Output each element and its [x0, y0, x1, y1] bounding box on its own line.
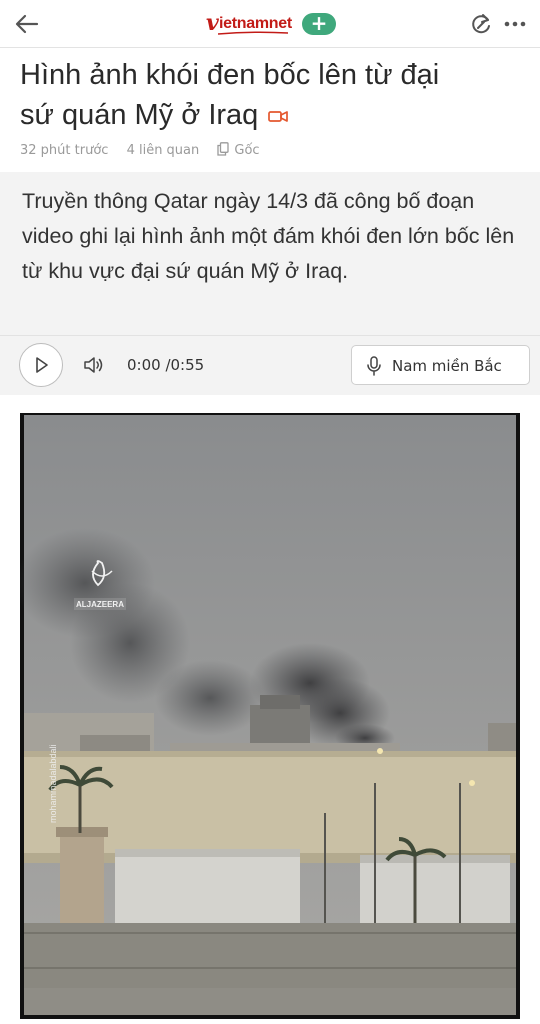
- article-title-line1: Hình ảnh khói đen bốc lên từ đại: [20, 59, 440, 91]
- voice-select-button[interactable]: Nam miền Bắc: [351, 345, 530, 385]
- article-sapo: Truyền thông Qatar ngày 14/3 đã công bố …: [0, 172, 540, 335]
- logo-letter: v: [206, 10, 219, 36]
- refresh-icon[interactable]: [468, 11, 494, 37]
- related-count-link[interactable]: 4 liên quan: [127, 143, 200, 158]
- video-frame: ALJAZEERA mohammadalabdali: [20, 413, 520, 1019]
- back-arrow-icon[interactable]: [10, 6, 46, 42]
- source-link[interactable]: Gốc: [234, 143, 259, 158]
- article-title: Hình ảnh khói đen bốc lên từ đại sứ quán…: [20, 55, 525, 135]
- video-camera-icon: [268, 111, 289, 123]
- top-bar: v ietnamnet +: [0, 0, 540, 48]
- audio-time: 0:00 /0:55: [127, 356, 205, 374]
- article-title-line2: sứ quán Mỹ ở Iraq: [20, 99, 259, 131]
- aljazeera-watermark-text: ALJAZEERA: [76, 600, 124, 609]
- video-credit-text: mohammadalabdali: [48, 744, 58, 823]
- play-button[interactable]: [19, 343, 63, 387]
- vietnamnet-logo[interactable]: v ietnamnet: [206, 10, 296, 38]
- volume-icon[interactable]: [82, 354, 104, 376]
- more-icon[interactable]: [502, 11, 528, 37]
- follow-plus-button[interactable]: +: [302, 13, 336, 35]
- voice-label: Nam miền Bắc: [392, 357, 502, 375]
- copy-icon[interactable]: [217, 142, 230, 156]
- audio-player: 0:00 /0:55 Nam miền Bắc: [0, 335, 540, 395]
- article-video[interactable]: ALJAZEERA mohammadalabdali: [20, 413, 520, 1019]
- microphone-icon: [367, 356, 381, 376]
- article-meta: 32 phút trước 4 liên quan Gốc: [20, 142, 274, 160]
- time-ago: 32 phút trước: [20, 143, 109, 158]
- sapo-text: Truyền thông Qatar ngày 14/3 đã công bố …: [22, 189, 515, 283]
- play-icon: [36, 357, 48, 373]
- logo-swoosh-icon: [218, 31, 288, 35]
